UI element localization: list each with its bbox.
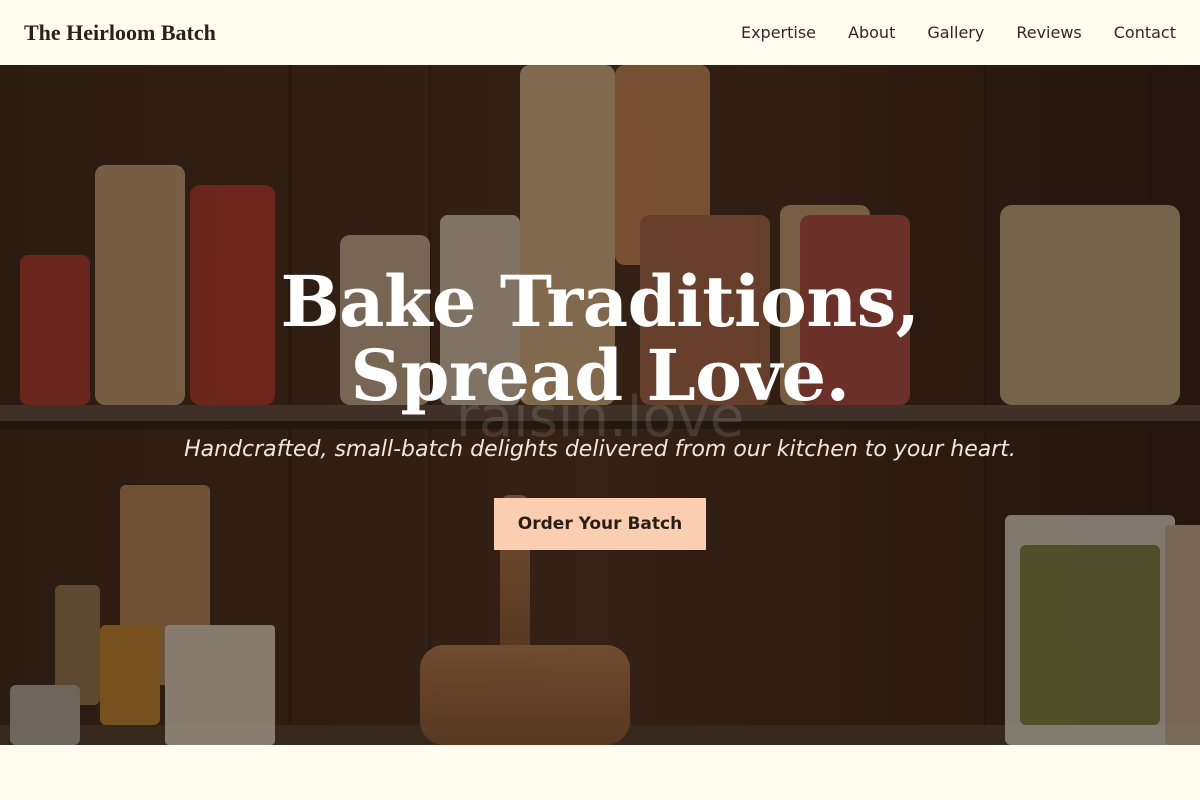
hero-title: Bake Traditions, Spread Love.	[280, 260, 921, 417]
hero-subtitle: Handcrafted, small-batch delights delive…	[184, 437, 1016, 462]
nav-link-expertise[interactable]: Expertise	[741, 23, 816, 42]
main-nav: Expertise About Gallery Reviews Contact	[741, 23, 1176, 43]
nav-item-gallery: Gallery	[927, 23, 984, 43]
nav-item-reviews: Reviews	[1016, 23, 1081, 43]
nav-link-gallery[interactable]: Gallery	[927, 23, 984, 42]
nav-item-about: About	[848, 23, 895, 43]
order-your-batch-button[interactable]: Order Your Batch	[494, 498, 706, 550]
nav-link-contact[interactable]: Contact	[1114, 23, 1176, 42]
site-header: The Heirloom Batch Expertise About Galle…	[0, 0, 1200, 65]
nav-link-about[interactable]: About	[848, 23, 895, 42]
nav-link-reviews[interactable]: Reviews	[1016, 23, 1081, 42]
hero-section: raisin.love Bake Traditions, Spread Love…	[0, 65, 1200, 745]
brand-logo-link[interactable]: The Heirloom Batch	[24, 20, 216, 46]
hero-content: Bake Traditions, Spread Love. Handcrafte…	[0, 265, 1200, 550]
nav-item-expertise: Expertise	[741, 23, 816, 43]
nav-item-contact: Contact	[1114, 23, 1176, 43]
